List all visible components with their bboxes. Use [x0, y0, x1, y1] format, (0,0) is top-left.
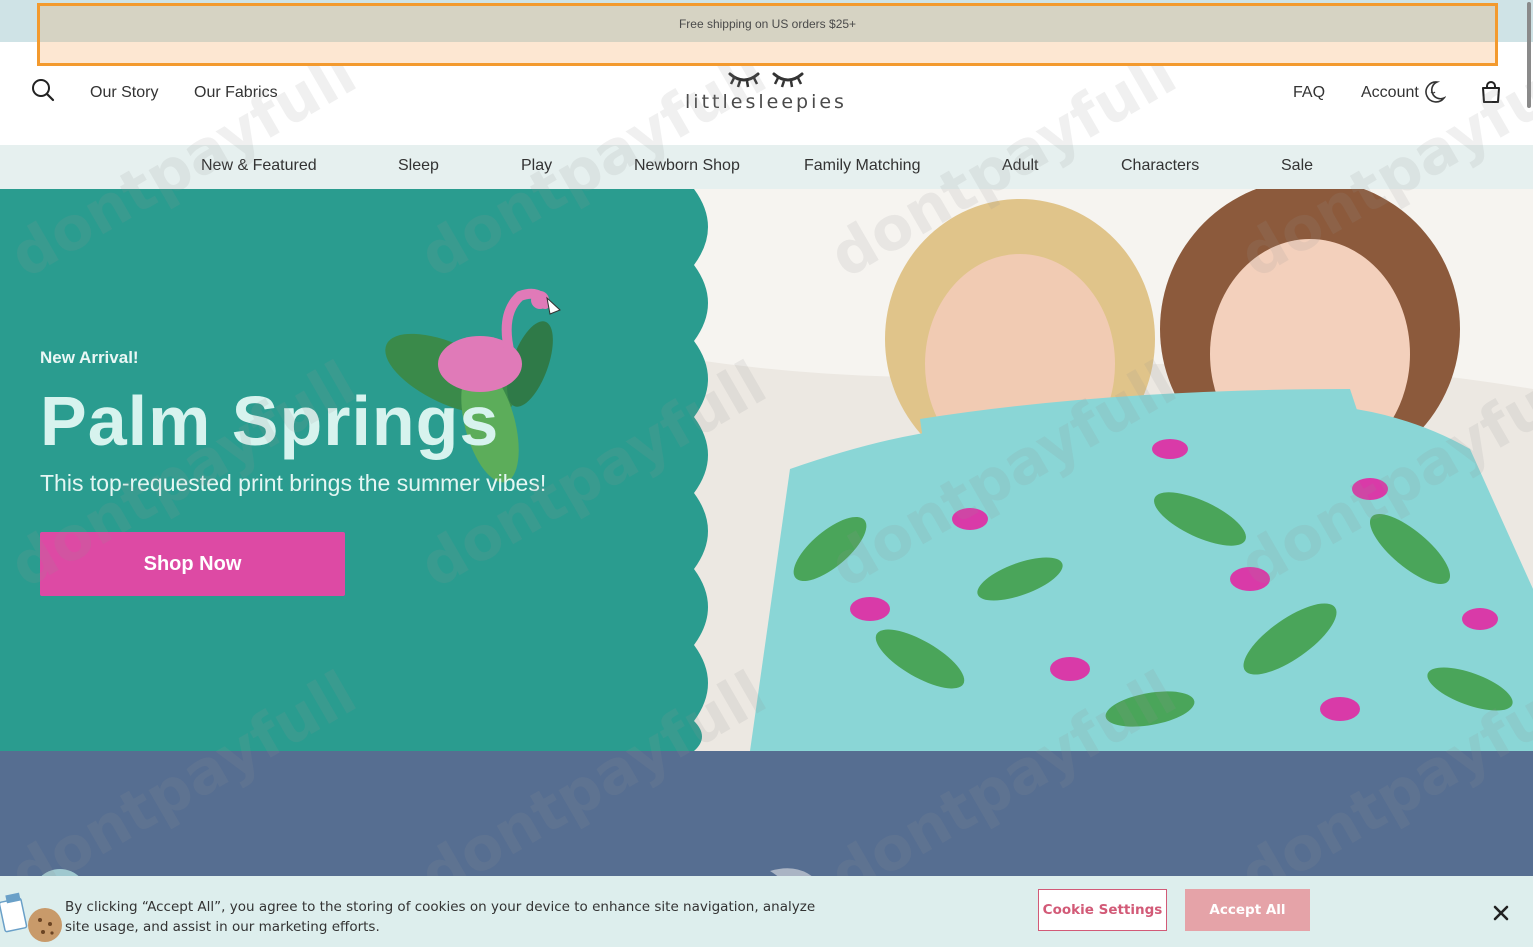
main-nav: New & Featured Sleep Play Newborn Shop F…: [0, 145, 1533, 189]
cookie-message: By clicking “Accept All”, you agree to t…: [65, 899, 816, 935]
cookie-banner: By clicking “Accept All”, you agree to t…: [0, 876, 1533, 947]
hero-subtitle: This top-requested print brings the summ…: [40, 470, 547, 496]
nav-sale[interactable]: Sale: [1281, 157, 1313, 175]
announcement-bottom: [40, 42, 1495, 63]
hero-eyebrow: New Arrival!: [40, 348, 139, 367]
close-icon[interactable]: [1490, 902, 1512, 924]
hero-title: Palm Springs: [40, 382, 500, 460]
nav-play[interactable]: Play: [521, 157, 552, 175]
moon-icon[interactable]: [1424, 80, 1446, 104]
nav-adult[interactable]: Adult: [1002, 157, 1038, 175]
cookie-settings-button[interactable]: Cookie Settings: [1038, 889, 1167, 931]
announcement-bar: Free shipping on US orders $25+: [37, 3, 1498, 66]
page-scrollbar[interactable]: [1525, 0, 1533, 110]
accept-all-button[interactable]: Accept All: [1185, 889, 1310, 931]
hero-banner[interactable]: New Arrival! Palm Springs This top-reque…: [0, 189, 1533, 751]
nav-newborn-shop[interactable]: Newborn Shop: [634, 157, 740, 175]
nav-our-fabrics[interactable]: Our Fabrics: [194, 84, 278, 102]
logo-text: littlesleepies: [685, 91, 847, 113]
hero-scallop-edge: [688, 189, 708, 751]
nav-account[interactable]: Account: [1361, 84, 1419, 102]
announcement-top: Free shipping on US orders $25+: [40, 6, 1495, 42]
hero-photo: [690, 189, 1533, 751]
announcement-text: Free shipping on US orders $25+: [678, 17, 857, 31]
search-icon[interactable]: [31, 78, 55, 102]
nav-sleep[interactable]: Sleep: [398, 157, 439, 175]
nav-characters[interactable]: Characters: [1121, 157, 1199, 175]
milk-cookie-icon: [0, 892, 62, 942]
nav-our-story[interactable]: Our Story: [90, 84, 158, 102]
nav-family-matching[interactable]: Family Matching: [804, 157, 920, 175]
nav-new-featured[interactable]: New & Featured: [201, 157, 317, 175]
nav-faq[interactable]: FAQ: [1293, 84, 1325, 102]
shop-now-button[interactable]: Shop Now: [40, 532, 345, 596]
bag-icon[interactable]: [1480, 80, 1502, 104]
